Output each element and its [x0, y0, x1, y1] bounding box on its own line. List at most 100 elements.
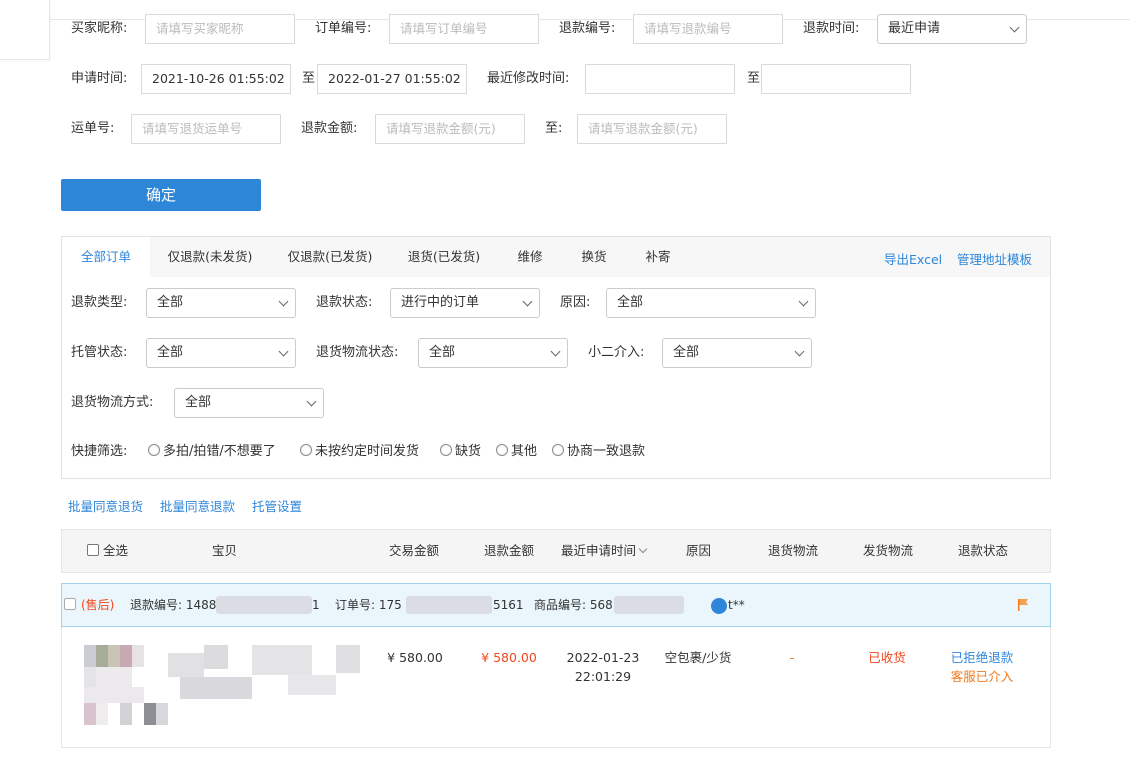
waybill-input[interactable]: 请填写退货运单号 [131, 114, 281, 144]
quick-filter-option[interactable]: 其他 [496, 437, 537, 467]
buyer-tail: t** [728, 598, 745, 612]
return-logistics-method-select[interactable]: 全部 [174, 388, 324, 418]
apply-clock-cell: 22:01:29 [574, 669, 632, 684]
chevron-down-icon [522, 296, 533, 307]
refund-amount-from-input[interactable]: 请填写退款金额(元) [375, 114, 525, 144]
item-no-head: 568 [589, 598, 613, 612]
header-item: 宝贝 [212, 543, 238, 558]
wangwang-icon[interactable] [711, 598, 727, 614]
order-no-input[interactable]: 请填写订单编号 [389, 14, 539, 44]
tab-refund-unshipped[interactable]: 仅退款(未发货) [160, 237, 260, 277]
quick-filter-option-label: 未按约定时间发货 [315, 444, 420, 459]
return-logistics-method-label: 退货物流方式: [71, 395, 154, 410]
custody-status-label: 托管状态: [71, 345, 128, 360]
cs-intervened-text: 客服已介入 [950, 669, 1014, 684]
quick-filter-option[interactable]: 多拍/拍错/不想要了 [148, 437, 276, 467]
reason-label: 原因: [560, 295, 591, 310]
checkbox-icon [87, 544, 99, 556]
header-reason: 原因 [686, 543, 712, 558]
refund-amount-to-label: 至: [545, 121, 563, 136]
return-logistics-status-label: 退货物流状态: [316, 345, 399, 360]
radio-icon [496, 444, 508, 456]
quick-filter-option-label: 多拍/拍错/不想要了 [163, 444, 276, 459]
reason-value: 全部 [617, 295, 644, 310]
tab-refund-shipped[interactable]: 仅退款(已发货) [280, 237, 380, 277]
modify-time-to-input[interactable] [761, 64, 911, 94]
refund-status-value: 进行中的订单 [401, 295, 480, 310]
item-thumbnail[interactable] [84, 643, 362, 729]
select-all-checkbox[interactable]: 全选 [87, 529, 128, 573]
quick-filter-option[interactable]: 协商一致退款 [552, 437, 645, 467]
modify-time-from-input[interactable] [585, 64, 735, 94]
quick-filter-option[interactable]: 未按约定时间发货 [300, 437, 419, 467]
refund-type-select[interactable]: 全部 [146, 288, 296, 318]
xiaoer-label: 小二介入: [588, 345, 645, 360]
refund-amount-label: 退款金额: [301, 121, 358, 136]
header-return-logistics: 退货物流 [768, 543, 819, 558]
order-no-label: 订单编号: [315, 21, 372, 36]
item-thumbnail-svg [84, 645, 360, 725]
refund-time-select[interactable]: 最近申请 [877, 14, 1027, 44]
refund-no-tail: 1 [312, 598, 320, 612]
redacted-block [406, 596, 492, 614]
buyer-nick-input[interactable]: 请填写买家昵称 [145, 14, 295, 44]
bulk-agree-refund-link[interactable]: 批量同意退款 [160, 496, 235, 515]
after-sale-tag: (售后) [81, 598, 115, 612]
select-all-label: 全选 [103, 543, 129, 558]
chevron-down-icon [1009, 22, 1020, 33]
header-apply-time-label: 最近申请时间 [561, 543, 637, 558]
modify-time-label: 最近修改时间: [487, 71, 570, 86]
quick-filter-option-label: 缺货 [455, 444, 482, 459]
header-trade-amount: 交易金额 [389, 543, 440, 558]
tab-repair[interactable]: 维修 [510, 237, 550, 277]
header-ship-logistics: 发货物流 [863, 543, 914, 558]
waybill-label: 运单号: [71, 121, 115, 136]
chevron-down-icon [550, 346, 561, 357]
custody-status-value: 全部 [157, 345, 184, 360]
xiaoer-value: 全部 [673, 345, 700, 360]
radio-icon [552, 444, 564, 456]
refund-no-input[interactable]: 请填写退款编号 [633, 14, 783, 44]
bulk-agree-return-link[interactable]: 批量同意退货 [68, 496, 143, 515]
header-apply-time[interactable]: 最近申请时间 [561, 529, 648, 573]
xiaoer-select[interactable]: 全部 [662, 338, 812, 368]
return-logistics-status-value: 全部 [429, 345, 456, 360]
redacted-block [216, 596, 312, 614]
confirm-button[interactable]: 确定 [61, 179, 261, 211]
order-checkbox[interactable] [64, 583, 80, 627]
refund-no-text: 退款编号: 1488 [130, 583, 216, 627]
item-no-text: 商品编号: 568 [534, 583, 613, 627]
chevron-down-icon [278, 296, 289, 307]
apply-time-to-input[interactable]: 2022-01-27 01:55:02 [317, 64, 467, 94]
header-refund-amount: 退款金额 [484, 543, 535, 558]
export-excel-link[interactable]: 导出Excel [884, 249, 942, 268]
tab-all-orders[interactable]: 全部订单 [62, 237, 150, 277]
ship-logistics-cell: 已收货 [868, 650, 906, 665]
side-card [0, 0, 50, 60]
apply-time-from-input[interactable]: 2021-10-26 01:55:02 [141, 64, 291, 94]
refund-status-link[interactable]: 已拒绝退款 [945, 648, 1019, 667]
manage-address-link[interactable]: 管理地址模板 [957, 249, 1032, 268]
quick-filter-option[interactable]: 缺货 [440, 437, 481, 467]
order-no-text: 订单号: 175 [335, 583, 402, 627]
custody-status-select[interactable]: 全部 [146, 338, 296, 368]
modify-time-to-label: 至 [747, 71, 761, 86]
return-logistics-method-value: 全部 [185, 395, 212, 410]
redacted-block [614, 596, 684, 614]
refund-amount-to-input[interactable]: 请填写退款金额(元) [577, 114, 727, 144]
custody-settings-link[interactable]: 托管设置 [252, 496, 302, 515]
reason-select[interactable]: 全部 [606, 288, 816, 318]
tab-exchange[interactable]: 换货 [574, 237, 614, 277]
refund-status-select[interactable]: 进行中的订单 [390, 288, 540, 318]
chevron-down-icon [798, 296, 809, 307]
refund-amount-cell: ¥ 580.00 [481, 650, 537, 665]
flag-icon[interactable] [1017, 598, 1029, 612]
tab-resend[interactable]: 补寄 [638, 237, 678, 277]
return-logistics-status-select[interactable]: 全部 [418, 338, 568, 368]
refund-no-label: 退款编号: [559, 21, 616, 36]
radio-icon [300, 444, 312, 456]
tab-return-shipped[interactable]: 退货(已发货) [400, 237, 488, 277]
apply-time-to-label: 至 [302, 71, 316, 86]
buyer-nick-label: 买家昵称: [71, 21, 128, 36]
order-no-head: 175 [378, 598, 402, 612]
